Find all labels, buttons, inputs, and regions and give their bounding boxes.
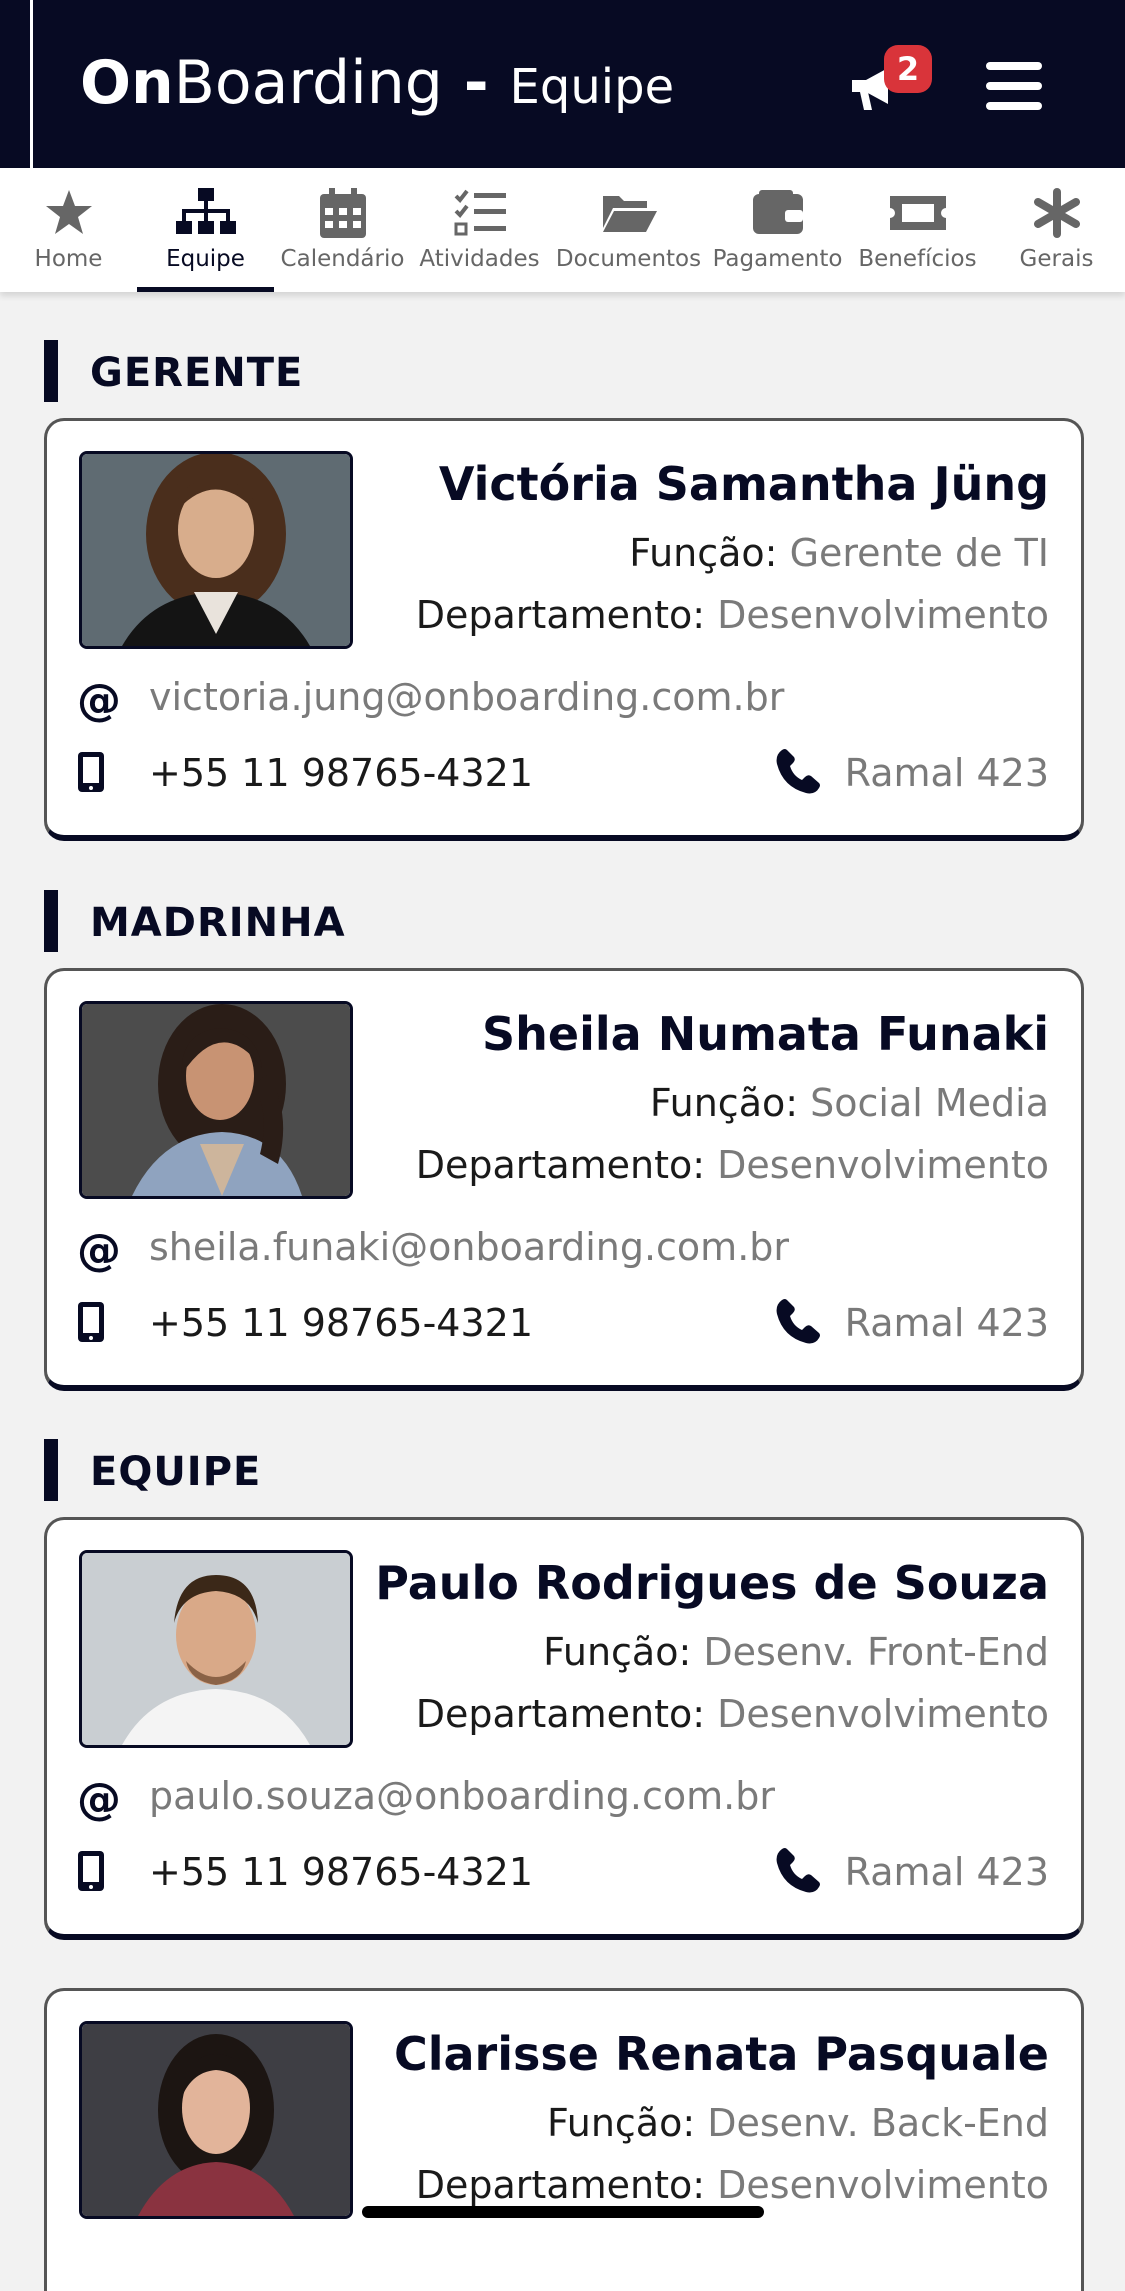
- wallet-icon: [752, 190, 803, 234]
- star-icon: [45, 190, 92, 234]
- tab-home[interactable]: Home: [0, 168, 137, 292]
- role-value: Desenv. Front-End: [703, 1630, 1049, 1674]
- department-label: Departamento:: [415, 1692, 718, 1736]
- tab-label: Home: [34, 246, 103, 272]
- avatar: [79, 451, 353, 649]
- phone-icon: [776, 1299, 820, 1344]
- app-header: OnBoarding - Equipe 2: [0, 0, 1125, 168]
- asterisk-icon: [1033, 188, 1080, 238]
- role-label: Função:: [649, 1081, 811, 1125]
- app-title: OnBoarding - Equipe: [80, 48, 674, 118]
- person-role: Função: Desenv. Front-End: [543, 1630, 1049, 1674]
- tab-label: Benefícios: [858, 246, 977, 272]
- email-link[interactable]: victoria.jung@onboarding.com.br: [149, 675, 784, 719]
- person-name: Paulo Rodrigues de Souza: [375, 1556, 1049, 1610]
- section-title: MADRINHA: [90, 900, 346, 946]
- tab-label: Equipe: [166, 246, 245, 272]
- tab-bar: Home Equipe Calendário Atividades Docume…: [0, 168, 1125, 292]
- extension-number[interactable]: Ramal 423: [845, 1850, 1049, 1894]
- tab-label: Documentos: [555, 246, 702, 272]
- department-label: Departamento:: [415, 2163, 718, 2207]
- email-icon: @: [77, 675, 121, 726]
- person-department: Departamento: Desenvolvimento: [416, 593, 1049, 637]
- person-name: Clarisse Renata Pasquale: [393, 2027, 1049, 2081]
- email-link[interactable]: sheila.funaki@onboarding.com.br: [149, 1225, 789, 1269]
- extension-number[interactable]: Ramal 423: [845, 751, 1049, 795]
- person-department: Departamento: Desenvolvimento: [416, 1692, 1049, 1736]
- tab-pagamento[interactable]: Pagamento: [709, 168, 846, 292]
- brand-dash: -: [442, 48, 510, 118]
- header-edge-line: [30, 0, 33, 168]
- person-role: Função: Desenv. Back-End: [547, 2101, 1049, 2145]
- role-value: Social Media: [810, 1081, 1049, 1125]
- person-card[interactable]: Victória Samantha Jüng Função: Gerente d…: [44, 418, 1084, 841]
- extension-number[interactable]: Ramal 423: [845, 1301, 1049, 1345]
- person-department: Departamento: Desenvolvimento: [416, 2163, 1049, 2207]
- person-card[interactable]: Paulo Rodrigues de Souza Função: Desenv.…: [44, 1517, 1084, 1940]
- person-card[interactable]: Clarisse Renata Pasquale Função: Desenv.…: [44, 1988, 1084, 2291]
- mobile-number[interactable]: +55 11 98765-4321: [149, 1301, 533, 1345]
- brand-on: On: [80, 48, 174, 118]
- org-chart-icon: [175, 188, 236, 234]
- tab-label: Pagamento: [712, 246, 843, 272]
- role-label: Função:: [546, 2101, 708, 2145]
- hamburger-icon[interactable]: [986, 62, 1042, 110]
- mobile-icon: [78, 752, 104, 792]
- department-value: Desenvolvimento: [717, 593, 1049, 637]
- section-marker: [44, 340, 58, 402]
- tab-atividades[interactable]: Atividades: [411, 168, 548, 292]
- person-name: Victória Samantha Jüng: [438, 457, 1049, 511]
- ticket-icon: [889, 196, 946, 230]
- mobile-icon: [78, 1302, 104, 1342]
- section-marker: [44, 1439, 58, 1501]
- brand-boarding: Boarding: [173, 48, 443, 118]
- role-value: Desenv. Back-End: [707, 2101, 1049, 2145]
- avatar: [79, 1001, 353, 1199]
- calendar-icon: [319, 188, 366, 238]
- tab-documentos[interactable]: Documentos: [556, 168, 701, 292]
- department-label: Departamento:: [415, 1143, 718, 1187]
- folder-open-icon: [602, 196, 657, 232]
- section-marker: [44, 890, 58, 952]
- person-department: Departamento: Desenvolvimento: [416, 1143, 1049, 1187]
- department-value: Desenvolvimento: [717, 2163, 1049, 2207]
- avatar: [79, 2021, 353, 2219]
- mobile-number[interactable]: +55 11 98765-4321: [149, 1850, 533, 1894]
- section-title: EQUIPE: [90, 1449, 262, 1495]
- section-title: GERENTE: [90, 350, 304, 396]
- brand-section: Equipe: [509, 59, 675, 115]
- tab-label: Calendário: [280, 246, 405, 272]
- person-role: Função: Gerente de TI: [629, 531, 1049, 575]
- tab-label: Gerais: [1019, 246, 1094, 272]
- tab-label: Atividades: [419, 246, 540, 272]
- role-label: Função:: [629, 531, 790, 575]
- person-name: Sheila Numata Funaki: [482, 1007, 1049, 1061]
- tab-calendario[interactable]: Calendário: [274, 168, 411, 292]
- home-indicator[interactable]: [362, 2206, 764, 2218]
- role-label: Função:: [543, 1630, 704, 1674]
- tab-beneficios[interactable]: Benefícios: [849, 168, 986, 292]
- person-role: Função: Social Media: [650, 1081, 1049, 1125]
- email-link[interactable]: paulo.souza@onboarding.com.br: [149, 1774, 775, 1818]
- department-value: Desenvolvimento: [717, 1692, 1049, 1736]
- mobile-icon: [78, 1851, 104, 1891]
- department-value: Desenvolvimento: [717, 1143, 1049, 1187]
- notification-badge: 2: [884, 45, 932, 93]
- department-label: Departamento:: [415, 593, 718, 637]
- checklist-icon: [454, 189, 506, 236]
- avatar: [79, 1550, 353, 1748]
- email-icon: @: [77, 1774, 121, 1825]
- role-value: Gerente de TI: [789, 531, 1049, 575]
- tab-gerais[interactable]: Gerais: [988, 168, 1125, 292]
- email-icon: @: [77, 1225, 121, 1276]
- phone-icon: [776, 749, 820, 794]
- person-card[interactable]: Sheila Numata Funaki Função: Social Medi…: [44, 968, 1084, 1391]
- phone-icon: [776, 1848, 820, 1893]
- active-tab-indicator: [137, 287, 274, 292]
- tab-equipe[interactable]: Equipe: [137, 168, 274, 292]
- mobile-number[interactable]: +55 11 98765-4321: [149, 751, 533, 795]
